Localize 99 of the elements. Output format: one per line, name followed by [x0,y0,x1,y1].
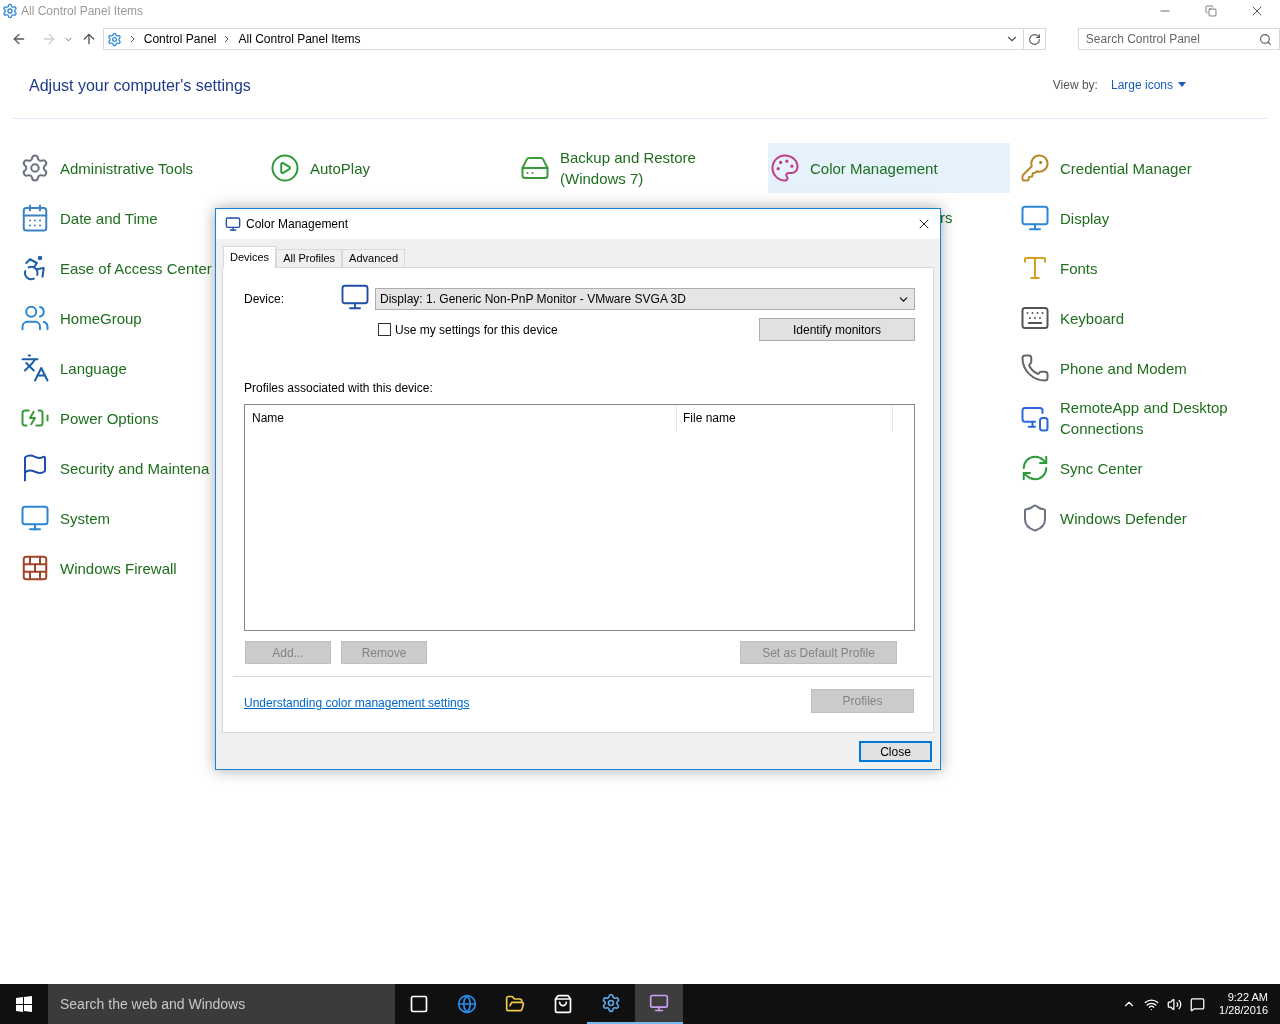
windows-logo-icon [16,996,32,1012]
column-header[interactable]: Name [245,405,677,431]
palette-icon [770,153,800,183]
control-panel-item[interactable]: Ease of Access Center [18,243,214,293]
back-icon[interactable] [11,31,27,47]
item-label: Color Management [810,158,938,179]
control-panel-item[interactable]: RemoteApp and Desktop Connections [1018,393,1252,443]
play-icon [270,153,300,183]
item-label: Security and Maintena [60,458,210,479]
clock[interactable]: 9:22 AM 1/28/2016 [1219,991,1268,1017]
view-dropdown[interactable]: Large icons [1110,75,1186,94]
item-label: Display [1060,208,1110,229]
notification-icon[interactable] [1190,996,1206,1012]
address-bar[interactable]: Control Panel All Control Panel Items [102,28,1046,50]
control-panel-item[interactable]: Keyboard [1018,293,1127,343]
item-label: Fonts [1060,258,1098,279]
dialog-tab[interactable]: Advanced [342,249,406,267]
dialog-title: Color Management [246,216,349,233]
column-header[interactable]: File name [677,405,893,431]
item-label: System [60,508,110,529]
item-label: Keyboard [1060,308,1125,329]
store-icon [553,994,573,1014]
control-panel-item[interactable]: Fonts [1018,243,1100,293]
control-panel-item[interactable]: Security and Maintena [18,443,212,493]
brick-wall-icon [20,553,50,583]
sync-icon [1020,453,1050,483]
breadcrumb[interactable]: All Control Panel Items [238,30,361,48]
control-panel-item[interactable]: Display [1018,193,1112,243]
control-panel-item[interactable]: AutoPlay [268,143,373,193]
key-icon [1020,153,1050,183]
window-title: All Control Panel Items [21,3,144,20]
item-label: Phone and Modem [1060,358,1187,379]
control-panel-item[interactable]: Phone and Modem [1018,343,1189,393]
item-label: Credential Manager [1060,158,1192,179]
task-view-icon [409,994,429,1014]
search-field[interactable]: Search Control Panel [1085,30,1259,48]
restore-icon[interactable] [1205,5,1217,17]
chevron-right-icon [129,35,136,43]
item-label: Ease of Access Center [60,258,212,279]
control-panel-item[interactable]: Sync Center [1018,443,1145,493]
page-heading: Adjust your computer's settings [29,75,251,96]
dialog-tab[interactable]: All Profiles [276,249,343,267]
dialog-tab[interactable]: Devices [223,246,277,268]
item-label: AutoPlay [310,158,371,179]
folder-icon [505,994,525,1014]
control-panel-item[interactable]: Power Options [18,393,161,443]
item-label: Windows Defender [1060,508,1187,529]
item-label: Administrative Tools [60,158,194,179]
item-label: Power Options [60,408,159,429]
browser-icon [457,994,477,1014]
people-icon [20,303,50,333]
control-panel-item[interactable]: Date and Time [18,193,160,243]
calendar-icon [20,203,50,233]
control-panel-icon [2,3,18,19]
help-link[interactable]: Understanding color management settings [244,694,470,712]
gear-icon [20,153,50,183]
device-dropdown[interactable]: Display: 1. Generic Non-PnP Monitor - VMware SVGA 3D [375,288,915,310]
profiles-label: Profiles associated with this device: [244,381,434,395]
item-label: Windows Firewall [60,558,177,579]
control-panel-item[interactable]: Backup and Restore (Windows 7) [518,143,752,193]
item-label: HomeGroup [60,308,142,329]
network-icon[interactable] [1144,996,1160,1012]
computer-icon [20,503,50,533]
use-settings-checkbox[interactable]: Use my settings for this device [378,320,558,339]
device-label: Device: [244,291,285,308]
control-panel-item[interactable]: Color Management [768,143,1010,193]
close-button[interactable]: Close [859,741,932,762]
refresh-icon[interactable] [1027,32,1041,46]
control-panel-item[interactable]: Administrative Tools [18,143,196,193]
monitor-icon [225,216,241,232]
control-panel-item[interactable]: Language [18,343,129,393]
dialog-button[interactable]: Identify monitors [759,318,915,341]
control-panel-item[interactable]: Credential Manager [1018,143,1194,193]
chevron-right-icon [224,35,231,43]
dropdown-arrow-icon [1178,82,1186,87]
item-label: RemoteApp and Desktop Connections [1060,398,1229,439]
monitor-icon [649,993,669,1013]
search-icon [1259,32,1272,46]
control-panel-icon [106,31,122,47]
control-panel-item[interactable]: HomeGroup [18,293,144,343]
taskbar-search-field[interactable]: Search the web and Windows [60,993,395,1015]
item-label: Date and Time [60,208,158,229]
language-icon [20,353,50,383]
monitor-icon [1020,203,1050,233]
control-panel-icon [601,993,621,1013]
phone-icon [1020,353,1050,383]
control-panel-item[interactable]: Windows Firewall [18,543,179,593]
item-label: Sync Center [1060,458,1143,479]
taskbar-search-box[interactable]: Search the web and Windows [48,984,395,1024]
monitor-icon [340,282,370,312]
search-box[interactable]: Search Control Panel [1077,28,1280,50]
volume-icon[interactable] [1167,996,1183,1012]
item-label: rs [940,207,953,228]
control-panel-item[interactable]: System [18,493,112,543]
control-panel-item[interactable]: Windows Defender [1018,493,1189,543]
item-label: Language [60,358,127,379]
breadcrumb[interactable]: Control Panel [143,30,217,48]
view-by-label: View by: [1052,76,1098,94]
item-label: Backup and Restore (Windows 7) [560,148,697,189]
